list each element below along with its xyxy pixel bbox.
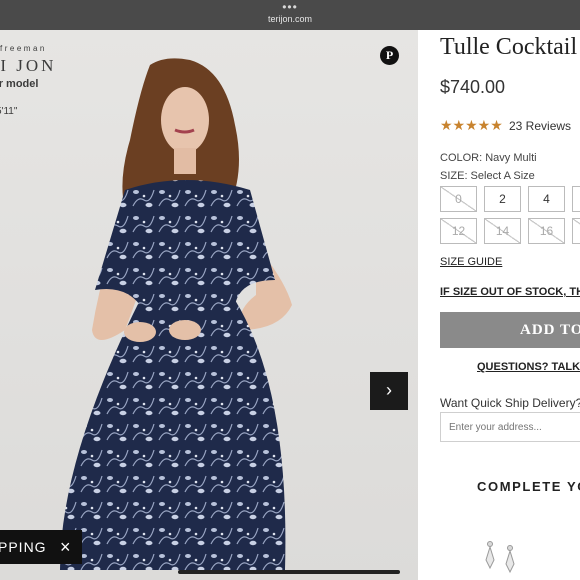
size-option-16[interactable]: 16 [528,218,565,244]
browser-top-bar: ••• terijon.com [0,0,580,30]
next-image-button[interactable]: › [370,372,408,410]
out-of-stock-link[interactable]: IF SIZE OUT OF STOCK, THE [440,286,580,298]
product-details-panel: Tulle Cocktail $740.00 ★★★★★ 23 Reviews … [418,30,580,580]
promo-text: PPING [0,539,47,555]
size-option-18[interactable] [572,218,580,244]
browser-url[interactable]: terijon.com [0,14,580,24]
address-input[interactable] [440,412,580,442]
size-option-12[interactable]: 12 [440,218,477,244]
earrings-thumbnail[interactable] [480,538,520,578]
size-option-4[interactable]: 4 [528,186,565,212]
browser-menu-dots[interactable]: ••• [0,1,580,13]
brand-name: RI JON [0,56,57,75]
quick-ship-label: Want Quick Ship Delivery? [440,396,580,410]
close-icon[interactable]: × [60,530,72,564]
model-height: 5'11" [0,106,18,117]
shipping-promo-banner[interactable]: PPING × [0,530,82,564]
pinterest-icon[interactable]: P [380,46,399,65]
product-image[interactable]: freeman RI JON ur model 5'11" P › PPING … [0,30,418,580]
star-rating-icon[interactable]: ★★★★★ [440,117,503,134]
brand-tagline: freeman [0,44,47,53]
model-photo [60,58,292,570]
size-guide-link[interactable]: SIZE GUIDE [440,256,502,268]
size-option-6[interactable] [572,186,580,212]
product-price: $740.00 [440,77,506,97]
questions-link[interactable]: QUESTIONS? TALK T [477,361,580,373]
reviews-link[interactable]: 23 Reviews [509,119,571,133]
product-title: Tulle Cocktail [440,34,578,60]
size-label: SIZE: Select A Size [440,170,535,182]
size-option-14[interactable]: 14 [484,218,521,244]
scroll-indicator[interactable] [178,570,400,574]
model-label: ur model [0,78,39,90]
size-option-0[interactable]: 0 [440,186,477,212]
chevron-right-icon: › [386,380,392,400]
add-to-bag-button[interactable]: ADD TO [440,312,580,348]
color-label: COLOR: Navy Multi [440,152,537,164]
complete-the-look-heading: COMPLETE YO [477,479,580,494]
size-option-2[interactable]: 2 [484,186,521,212]
